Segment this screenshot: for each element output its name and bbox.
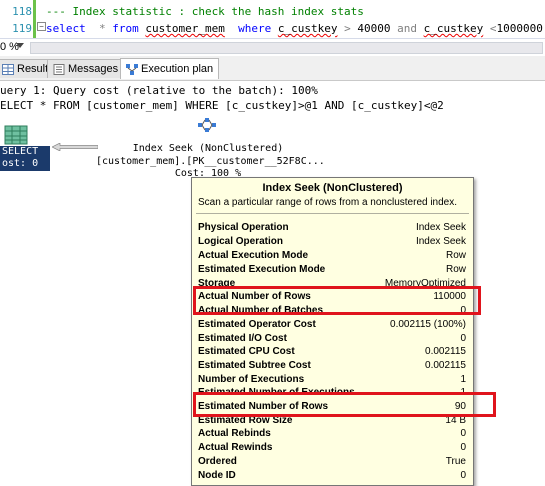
tab-messages[interactable]: Messages — [47, 59, 125, 78]
property-name: Actual Execution Mode — [198, 250, 309, 261]
tab-label: Messages — [68, 63, 119, 75]
property-value: 0 — [460, 470, 466, 481]
property-value: 0 — [460, 442, 466, 453]
index-seek-icon[interactable] — [196, 115, 220, 137]
operator-tooltip: Index Seek (NonClustered) Scan a particu… — [191, 177, 474, 486]
property-name: Number of Executions — [198, 374, 305, 385]
property-value: Row — [445, 264, 466, 275]
select-node-label[interactable]: SELECT ost: 0 % — [0, 146, 50, 181]
keyword-where: where — [238, 22, 272, 35]
tab-label: Execution plan — [141, 63, 214, 75]
tooltip-property-row: Estimated Operator Cost 0.002115 (100%) — [198, 319, 470, 332]
results-tab-bar: Results Messages Execution plan — [0, 56, 545, 81]
query-statement-line: ELECT * FROM [customer_mem] WHERE [c_cus… — [0, 99, 444, 112]
select-label: SELECT — [2, 146, 39, 157]
query-cost-line: uery 1: Query cost (relative to the batc… — [0, 84, 318, 97]
horizontal-scrollbar[interactable] — [30, 42, 543, 54]
property-name: Estimated I/O Cost — [198, 333, 287, 344]
highlight-actual-rows — [193, 286, 481, 315]
column-token: c_custkey — [423, 22, 484, 35]
star-token: * — [99, 22, 106, 35]
keyword-from: from — [112, 22, 139, 35]
keyword-select: select — [46, 22, 86, 35]
tooltip-description: Scan a particular range of rows from a n… — [198, 197, 458, 208]
tooltip-property-row: Estimated Execution Mode Row — [198, 264, 470, 277]
keyword-and: and — [397, 22, 417, 35]
editor-status-bar: 0 % — [0, 38, 545, 56]
property-name: Actual Rebinds — [198, 428, 271, 439]
property-value: 0 — [460, 428, 466, 439]
plan-icon — [126, 63, 138, 75]
tooltip-property-row: Number of Executions 1 — [198, 374, 470, 387]
tooltip-property-row: Actual Rewinds 0 — [198, 442, 470, 455]
sql-editor[interactable]: 118 119 − --- Index statistic : check th… — [0, 0, 545, 38]
property-name: Actual Rewinds — [198, 442, 273, 453]
collapse-toggle-icon[interactable]: − — [37, 22, 46, 31]
property-name: Estimated CPU Cost — [198, 346, 295, 357]
tooltip-property-row: Actual Rebinds 0 — [198, 428, 470, 441]
grid-icon — [2, 63, 14, 75]
tab-execution-plan[interactable]: Execution plan — [120, 58, 220, 79]
table-name-token: customer_mem — [145, 22, 225, 35]
zoom-dropdown-icon[interactable] — [16, 43, 24, 48]
property-value: 0.002115 (100%) — [390, 319, 466, 330]
line-number: 118 — [12, 5, 32, 18]
property-name: Estimated Subtree Cost — [198, 360, 311, 371]
tooltip-property-row: Estimated Subtree Cost 0.002115 — [198, 360, 470, 373]
column-token: c_custkey — [277, 22, 338, 35]
seek-node-name: Index Seek (NonClustered) — [132, 143, 284, 154]
property-value: Index Seek — [415, 222, 466, 233]
property-name: Estimated Execution Mode — [198, 264, 326, 275]
property-value: 1 — [460, 374, 466, 385]
tooltip-property-row: Estimated CPU Cost 0.002115 — [198, 346, 470, 359]
property-value: 0 — [460, 333, 466, 344]
operator-token: > — [344, 22, 351, 35]
select-operator-icon[interactable] — [4, 125, 28, 145]
flow-arrow-icon — [52, 143, 98, 151]
property-name: Ordered — [198, 456, 237, 467]
seek-node-object: [customer_mem].[PK__customer__52F8C... — [96, 156, 325, 167]
tooltip-property-row: Actual Execution Mode Row — [198, 250, 470, 263]
tooltip-property-row: Ordered True — [198, 456, 470, 469]
highlight-estimated-rows — [193, 392, 496, 417]
property-value: Row — [445, 250, 466, 261]
tooltip-property-row: Estimated I/O Cost 0 — [198, 333, 470, 346]
code-line-comment[interactable]: --- Index statistic : check the hash ind… — [46, 5, 364, 18]
property-name: Estimated Operator Cost — [198, 319, 316, 330]
tooltip-divider — [196, 213, 469, 214]
property-name: Logical Operation — [198, 236, 284, 247]
property-value: Index Seek — [415, 236, 466, 247]
messages-icon — [53, 63, 65, 75]
select-cost: ost: 0 % — [2, 158, 39, 181]
tooltip-property-row: Physical Operation Index Seek — [198, 222, 470, 235]
property-name: Physical Operation — [198, 222, 289, 233]
tooltip-property-row: Logical Operation Index Seek — [198, 236, 470, 249]
property-value: 0.002115 — [425, 360, 466, 371]
change-indicator-bar — [33, 0, 36, 38]
property-value: True — [445, 456, 466, 467]
value-token: 1000000 — [496, 22, 543, 35]
property-name: Node ID — [198, 470, 236, 481]
property-value: 0.002115 — [425, 346, 466, 357]
code-line-query[interactable]: select * from customer_mem where c_custk… — [46, 22, 543, 35]
tooltip-property-row: Node ID 0 — [198, 470, 470, 483]
value-token: 40000 — [357, 22, 391, 35]
line-number: 119 — [12, 22, 32, 35]
tooltip-title: Index Seek (NonClustered) — [262, 182, 403, 194]
